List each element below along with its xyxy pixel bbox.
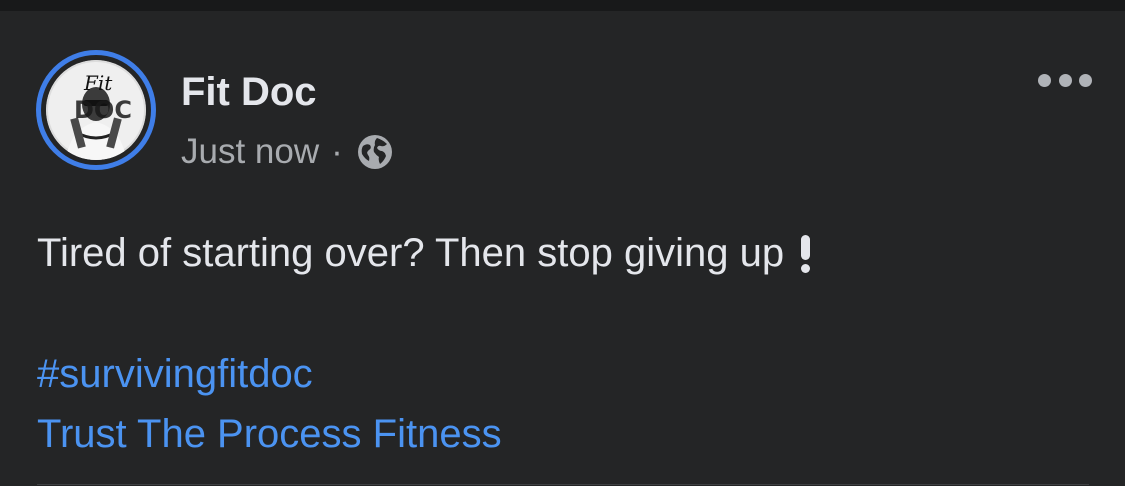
meta-separator: · — [331, 132, 343, 171]
post-card: Fit DOC Fit Doc Just now · Tired of star… — [0, 11, 1125, 486]
top-strip — [0, 0, 1125, 11]
more-dot — [1079, 73, 1092, 87]
avatar-logo-icon: Fit DOC — [46, 60, 146, 160]
avatar-image: Fit DOC — [46, 60, 146, 160]
avatar-gap: Fit DOC — [41, 55, 151, 165]
more-dot — [1038, 73, 1051, 87]
exclamation-icon — [798, 231, 812, 275]
post-text: Tired of starting over? Then stop giving… — [37, 231, 785, 275]
avatar[interactable]: Fit DOC — [36, 50, 156, 170]
avatar-logo-text-2: DOC — [74, 96, 132, 124]
more-options-icon[interactable] — [1038, 70, 1092, 90]
post-text-row: Tired of starting over? Then stop giving… — [37, 225, 812, 281]
author-name[interactable]: Fit Doc — [181, 67, 317, 117]
hashtag-link[interactable]: #survivingfitdoc — [37, 346, 313, 402]
post-meta: Just now · — [181, 130, 393, 174]
timestamp[interactable]: Just now — [181, 130, 319, 174]
page-link[interactable]: Trust The Process Fitness — [37, 406, 502, 462]
divider — [37, 484, 1089, 485]
more-dot — [1058, 73, 1072, 87]
globe-icon[interactable] — [357, 134, 393, 170]
avatar-logo-text: Fit — [83, 71, 113, 95]
